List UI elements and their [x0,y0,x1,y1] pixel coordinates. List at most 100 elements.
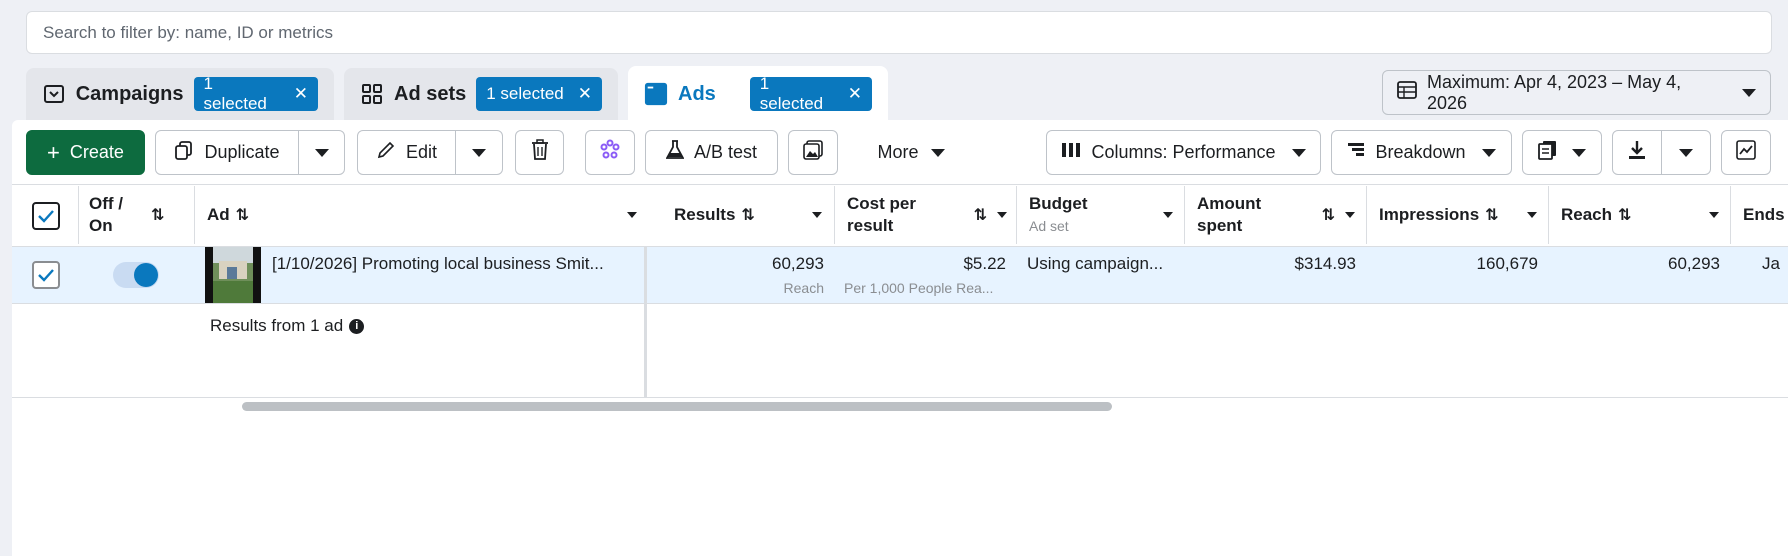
col-header-off-on[interactable]: Off / On ⇅ [89,186,189,244]
col-header-cost-per-result[interactable]: Cost per result ⇅ [847,186,1007,244]
tab-campaigns[interactable]: Campaigns 1 selected ✕ [26,68,334,120]
col-header-impressions[interactable]: Impressions ⇅ [1379,186,1537,244]
breakdown-label: Breakdown [1375,142,1466,162]
campaigns-selected-pill[interactable]: 1 selected ✕ [193,74,318,113]
tab-ads[interactable]: Ads 1 selected ✕ [628,66,888,122]
chevron-down-icon [1679,148,1693,157]
column-divider [1548,186,1549,244]
edit-dropdown[interactable] [455,130,503,175]
charts-button[interactable] [1721,130,1771,175]
pencil-icon [376,140,396,165]
chevron-down-icon[interactable] [812,212,822,218]
budget-header: Budget Ad set [1029,193,1088,237]
col-header-amount-spent[interactable]: Amount spent ⇅ [1197,186,1355,244]
amount-spent-value: $314.93 [1294,254,1356,273]
column-divider [834,186,835,244]
chevron-down-icon[interactable] [1163,212,1173,218]
close-icon[interactable]: ✕ [578,84,592,104]
header-top-border [12,184,1788,185]
duplicate-button[interactable]: Duplicate [155,130,299,175]
export-button[interactable] [1612,130,1662,175]
chevron-down-icon[interactable] [997,212,1007,218]
date-range-label: Maximum: Apr 4, 2023 – May 4, 2026 [1427,71,1682,113]
chevron-down-icon [1742,88,1756,97]
ends-label: Ends [1743,205,1785,224]
duplicate-label: Duplicate [204,142,280,162]
ad-icon [644,82,668,106]
col-header-reach[interactable]: Reach ⇅ [1561,186,1719,244]
ad-sets-selected-pill[interactable]: 1 selected ✕ [476,77,602,111]
export-dropdown[interactable] [1661,130,1711,175]
flask-icon [665,140,685,165]
ai-assist-button[interactable] [585,130,635,175]
sort-icon[interactable]: ⇅ [1322,205,1335,225]
check-icon [38,269,54,282]
ab-test-button[interactable]: A/B test [645,130,778,175]
columns-button[interactable]: Columns: Performance [1046,130,1321,175]
breakdown-icon [1347,142,1365,163]
breakdown-button[interactable]: Breakdown [1331,130,1512,175]
sort-icon[interactable]: ⇅ [1618,205,1631,225]
view-preview-button[interactable] [788,130,838,175]
column-divider [78,186,79,244]
ab-test-label: A/B test [693,142,758,162]
close-icon[interactable]: ✕ [294,84,308,104]
duplicate-dropdown[interactable] [298,130,345,175]
col-header-results[interactable]: Results ⇅ [674,186,822,244]
ad-name-link[interactable]: [1/10/2026] Promoting local business Smi… [272,254,638,274]
sort-icon[interactable]: ⇅ [1485,205,1498,225]
sort-icon[interactable]: ⇅ [741,205,754,225]
tab-ad-sets[interactable]: Ad sets 1 selected ✕ [344,68,618,120]
ad-thumbnail[interactable] [205,247,261,303]
chevron-down-icon [1481,148,1496,157]
info-icon[interactable]: i [349,318,365,334]
column-divider [1730,186,1731,244]
chevron-down-icon[interactable] [1345,212,1355,218]
chevron-down-icon [930,148,945,157]
tab-ad-sets-label: Ad sets [394,82,467,105]
ads-selected-count: 1 selected [759,74,824,113]
delete-button[interactable] [515,130,564,175]
sort-icon[interactable]: ⇅ [236,205,249,225]
chevron-down-icon[interactable] [627,212,637,218]
row-checkbox[interactable] [32,261,60,289]
more-button[interactable]: More [856,130,966,175]
select-all-checkbox[interactable] [32,202,60,230]
chevron-down-icon [1291,148,1306,157]
col-header-budget[interactable]: Budget Ad set [1029,186,1173,244]
ad-status-toggle[interactable] [113,262,159,288]
results-value: 60,293 [772,254,824,273]
col-header-ad[interactable]: Ad ⇅ [207,186,637,244]
tab-ads-label: Ads [678,82,716,105]
frozen-column-divider [644,246,647,304]
ads-selected-pill[interactable]: 1 selected ✕ [749,74,872,113]
sort-icon[interactable]: ⇅ [151,205,164,225]
chevron-down-icon[interactable] [1527,212,1537,218]
off-on-label: Off / On [89,194,123,235]
budget-value: Using campaign... [1027,254,1164,273]
column-divider [1016,186,1017,244]
column-divider [1184,186,1185,244]
horizontal-scrollbar[interactable] [242,402,1112,411]
summary-row: Results from 1 ad i [210,316,365,336]
sort-icon[interactable]: ⇅ [974,205,987,225]
chevron-down-icon [1572,148,1586,157]
search-input[interactable] [43,22,1771,43]
search-bar[interactable] [26,11,1772,54]
col-header-ends[interactable]: Ends [1743,186,1788,244]
reports-button[interactable] [1522,130,1602,175]
ends-value: Ja [1762,254,1780,273]
more-label: More [877,142,919,162]
results-label: Results [674,205,736,224]
date-range-button[interactable]: Maximum: Apr 4, 2023 – May 4, 2026 [1382,70,1771,115]
plus-icon: + [47,139,60,165]
download-icon [1628,140,1646,165]
copy-icon [174,140,194,165]
campaign-icon [42,82,66,106]
campaigns-selected-count: 1 selected [203,74,267,113]
column-divider [194,186,195,244]
chevron-down-icon[interactable] [1709,212,1719,218]
edit-button[interactable]: Edit [357,130,456,175]
create-button[interactable]: + Create [26,130,145,175]
close-icon[interactable]: ✕ [848,84,862,104]
